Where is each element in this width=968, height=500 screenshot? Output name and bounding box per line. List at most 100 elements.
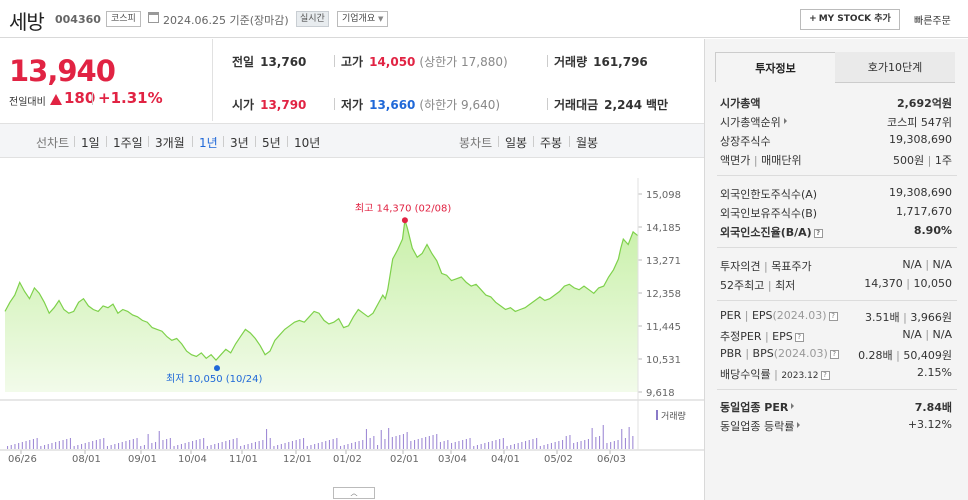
divider [717, 175, 957, 176]
divider [717, 247, 957, 248]
chart-collapse-button[interactable]: ︿ [333, 487, 375, 499]
period-3m[interactable]: 3개월 [155, 134, 185, 151]
tab-orderbook[interactable]: 호가10단계 [835, 52, 955, 83]
eps-period: (2024.03) [772, 309, 827, 322]
divider [498, 136, 499, 147]
low-marker [214, 365, 220, 372]
current-price: 13,940 [9, 54, 116, 88]
target-value: N/A [932, 258, 952, 271]
help-icon[interactable]: ? [820, 371, 830, 380]
divider [192, 136, 193, 147]
volume-bar [340, 446, 342, 449]
volume-bar [125, 441, 127, 449]
volume-bar [229, 440, 231, 449]
volume-bar [277, 445, 279, 449]
volume-bar [414, 440, 416, 449]
volume-bar [206, 446, 208, 449]
volume-bar [314, 444, 316, 449]
help-icon[interactable]: ? [829, 350, 839, 359]
help-icon[interactable]: ? [794, 333, 804, 342]
volume-bar [103, 438, 105, 449]
target-label: 목표주가 [771, 260, 812, 273]
volume: 거래량 161,796 [554, 53, 648, 70]
per-value: 3.51배 [865, 311, 900, 324]
volume-bar [610, 442, 612, 449]
price-area [5, 220, 638, 392]
help-icon[interactable]: ? [828, 312, 838, 321]
x-tick-label: 10/04 [178, 454, 207, 465]
add-my-stock-button[interactable]: + MY STOCK 추가 [800, 9, 900, 30]
price-chart[interactable]: 15,098 14,185 13,271 12,358 11,445 10,531 9,61… [0, 158, 704, 500]
stock-code: 004360 [55, 13, 101, 26]
period-1w[interactable]: 1주일 [113, 134, 143, 151]
realtime-badge[interactable]: 실시간 [296, 11, 329, 27]
volume-bar [358, 441, 360, 449]
low-value: 13,660 [369, 98, 416, 112]
volume-bar [81, 444, 83, 449]
volume-bar [36, 438, 38, 449]
volume-bar [454, 442, 456, 449]
volume-bar [536, 438, 538, 449]
volume-bar [291, 441, 293, 449]
volume-bar [354, 442, 356, 449]
period-10y[interactable]: 10년 [294, 134, 320, 151]
volume-bar [343, 445, 345, 449]
quick-order-link[interactable]: 빠른주문 [914, 12, 951, 27]
period-1d[interactable]: 1일 [81, 134, 100, 151]
x-tick-label: 05/02 [544, 454, 573, 465]
volume-bar [391, 437, 393, 449]
period-1y[interactable]: 1년 [199, 134, 218, 151]
volume-bar [462, 440, 464, 449]
x-tick-label: 12/01 [283, 454, 312, 465]
volume-bar [436, 434, 438, 449]
volume-bar [221, 442, 223, 449]
trade-unit-label: 매매단위 [761, 154, 802, 167]
candle-weekly[interactable]: 주봉 [540, 134, 562, 151]
high-price: 고가 14,050 (상한가 17,880) [341, 53, 508, 70]
volume-bar [528, 440, 530, 449]
tab-underline [715, 82, 835, 83]
divider [569, 136, 570, 147]
volume-bar [517, 443, 519, 449]
volume-bar [84, 443, 86, 449]
period-5y[interactable]: 5년 [262, 134, 281, 151]
volume-bar [106, 446, 108, 449]
dividend-value: 2.15% [917, 366, 952, 379]
y-tick-label: 14,185 [646, 223, 681, 234]
tab-investment-info[interactable]: 투자정보 [715, 52, 836, 83]
y-tick-label: 10,531 [646, 355, 681, 366]
chevron-down-icon: ▼ [378, 15, 384, 23]
volume-bar [351, 443, 353, 449]
chevron-up-icon: ︿ [350, 489, 358, 497]
foreign-hold-label: 외국인보유주식수(B) [720, 207, 818, 220]
period-3y[interactable]: 3년 [230, 134, 249, 151]
volume-bar [99, 439, 101, 449]
help-icon[interactable]: ? [813, 229, 823, 238]
volume-bar [47, 444, 49, 449]
volume-bar [432, 435, 434, 449]
volume-bar [488, 442, 490, 449]
volume-bar [273, 446, 275, 449]
company-overview-button[interactable]: 기업개요 ▼ [337, 11, 389, 27]
volume-bar [236, 438, 238, 449]
volume-bar [303, 438, 305, 449]
volume-bar [140, 446, 142, 449]
week52-low-value: 10,050 [913, 277, 953, 290]
candle-daily[interactable]: 일봉 [505, 134, 527, 151]
date-suffix: 기준(장마감) [229, 14, 289, 27]
y-tick-label: 9,618 [646, 388, 675, 399]
volume-bar [266, 429, 268, 449]
volume-bar [295, 440, 297, 449]
foreign-limit-label: 외국인한도주식수(A) [720, 188, 818, 201]
open-label: 시가 [232, 98, 255, 112]
volume-bar [573, 443, 575, 449]
calendar-icon [148, 12, 159, 23]
candle-monthly[interactable]: 월봉 [576, 134, 598, 151]
volume-bar [147, 434, 149, 449]
x-tick-label: 11/01 [229, 454, 258, 465]
volume-bar [421, 438, 423, 449]
market-cap-value: 2,692억원 [896, 97, 952, 110]
high-label: 고가 [341, 55, 364, 69]
upper-limit: (상한가 17,880) [419, 55, 508, 69]
est-eps-value: N/A [932, 328, 952, 341]
